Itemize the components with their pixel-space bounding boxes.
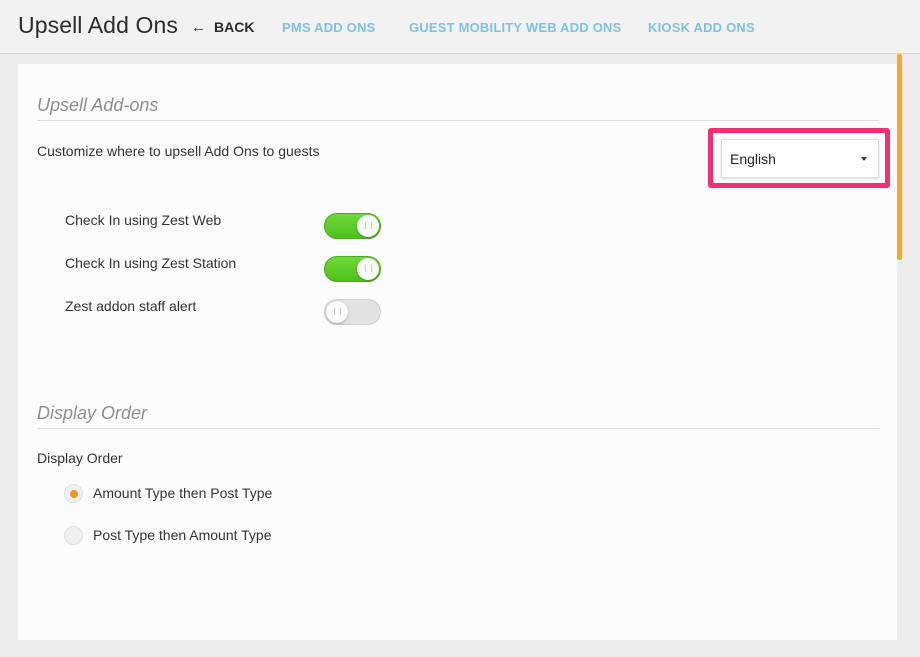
toggle-label-zest-station: Check In using Zest Station [65, 255, 237, 271]
toggle-check-in-zest-station[interactable] [324, 256, 381, 282]
back-button[interactable]: ← BACK [191, 19, 254, 35]
section-divider [37, 120, 879, 121]
toggle-knob [357, 215, 379, 237]
toggle-label-zest-web: Check In using Zest Web [65, 212, 222, 228]
toggle-knob [326, 301, 348, 323]
upsell-section-title: Upsell Add-ons [37, 95, 159, 115]
tab-kiosk-add-ons[interactable]: KIOSK ADD ONS [648, 20, 755, 35]
arrow-left-icon: ← [191, 18, 206, 36]
language-select[interactable]: English [721, 139, 879, 178]
toggle-zest-addon-staff-alert[interactable] [324, 299, 381, 325]
top-bar: Upsell Add Ons ← BACK PMS ADD ONS GUEST … [0, 0, 920, 54]
radio-amount-type-then-post-type[interactable] [64, 484, 83, 503]
tab-guest-mobility-web-add-ons[interactable]: GUEST MOBILITY WEB ADD ONS [409, 20, 621, 35]
radio-label-post-then-amount[interactable]: Post Type then Amount Type [93, 527, 272, 543]
toggle-knob [357, 258, 379, 280]
tab-pms-add-ons[interactable]: PMS ADD ONS [282, 20, 375, 35]
toggle-label-staff-alert: Zest addon staff alert [65, 298, 197, 314]
scrollbar[interactable] [897, 54, 902, 260]
section-divider [37, 428, 879, 429]
back-button-label: BACK [214, 19, 255, 35]
radio-label-amount-then-post[interactable]: Amount Type then Post Type [93, 485, 272, 501]
display-order-label: Display Order [37, 450, 123, 466]
toggle-check-in-zest-web[interactable] [324, 213, 381, 239]
radio-selected-dot [70, 490, 78, 498]
upsell-description: Customize where to upsell Add Ons to gue… [37, 143, 320, 159]
caret-down-icon [861, 157, 867, 161]
language-select-value: English [730, 150, 776, 167]
radio-post-type-then-amount-type[interactable] [64, 526, 83, 545]
display-order-section-title: Display Order [37, 403, 148, 423]
page-title: Upsell Add Ons [18, 12, 178, 38]
